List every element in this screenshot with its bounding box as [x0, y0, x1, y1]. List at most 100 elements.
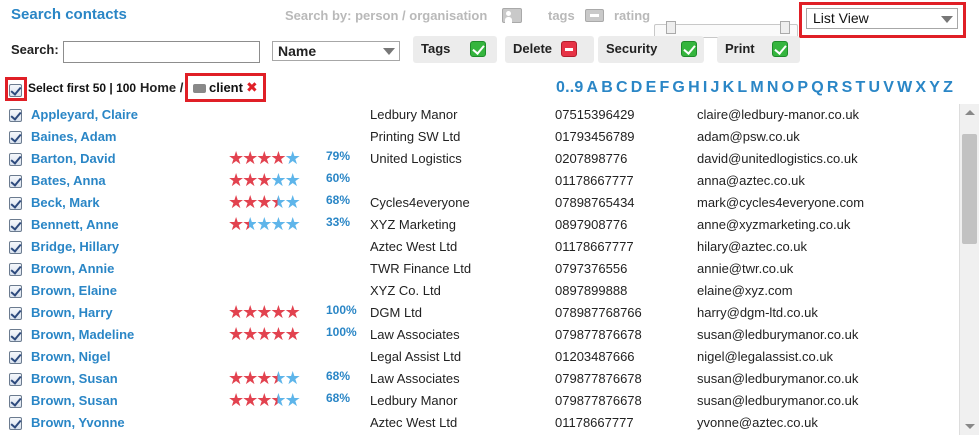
alphabet-link[interactable]: N [767, 79, 779, 96]
alphabet-link[interactable]: G [672, 79, 685, 96]
contact-name[interactable]: Brown, Yvonne [31, 415, 125, 430]
star-icon: ★ [228, 192, 244, 212]
email-address: nigel@legalassist.co.uk [697, 349, 834, 364]
alphabet-link[interactable]: S [842, 79, 853, 96]
contact-name[interactable]: Beck, Mark [31, 195, 100, 210]
alphabet-link[interactable]: Y [929, 79, 940, 96]
select-first-links[interactable]: Select first 50 | 100 [28, 81, 136, 95]
alphabet-link[interactable]: R [827, 79, 839, 96]
email-address: anna@aztec.co.uk [697, 173, 805, 188]
row-checkbox[interactable] [9, 351, 22, 364]
row-checkbox[interactable] [9, 109, 22, 122]
contact-name[interactable]: Bridge, Hillary [31, 239, 119, 254]
row-checkbox[interactable] [9, 395, 22, 408]
star-rating: ★★★★★ [228, 171, 301, 189]
phone-number: 079877876678 [555, 371, 642, 386]
company-name: XYZ Marketing [370, 217, 456, 232]
star-icon: ★ [242, 148, 258, 168]
search-input[interactable] [63, 41, 260, 63]
security-button[interactable]: Security [598, 36, 704, 63]
print-button[interactable]: Print [717, 36, 800, 63]
alphabet-link[interactable]: H [688, 79, 700, 96]
row-checkbox[interactable] [9, 153, 22, 166]
alphabet-link[interactable]: A [587, 79, 599, 96]
table-row: Brown, Susan Law Associates 079877876678 su… [0, 368, 958, 390]
star-icon: ★ [256, 148, 272, 168]
scroll-up-icon[interactable] [965, 110, 975, 115]
scrollbar[interactable] [959, 104, 979, 435]
scroll-thumb[interactable] [962, 134, 977, 244]
phone-number: 07515396429 [555, 107, 635, 122]
alphabet-link[interactable]: Q [811, 79, 824, 96]
alphabet-link[interactable]: T [855, 79, 865, 96]
alphabet-link[interactable]: L [737, 79, 747, 96]
row-checkbox[interactable] [9, 197, 22, 210]
alphabet-link[interactable]: J [711, 79, 720, 96]
company-name: Law Associates [370, 327, 460, 342]
row-checkbox[interactable] [9, 373, 22, 386]
contact-name[interactable]: Brown, Madeline [31, 327, 134, 342]
row-checkbox[interactable] [9, 241, 22, 254]
email-address: harry@dgm-ltd.co.uk [697, 305, 818, 320]
star-icon: ★ [270, 390, 286, 410]
alphabet-link[interactable]: W [897, 79, 912, 96]
alphabet-link[interactable]: V [883, 79, 894, 96]
contact-name[interactable]: Baines, Adam [31, 129, 117, 144]
row-checkbox[interactable] [9, 175, 22, 188]
company-name: Cycles4everyone [370, 195, 470, 210]
table-row: Bates, Anna 01178667777 anna@aztec.co.uk ★★… [0, 170, 958, 192]
alphabet-link[interactable]: C [616, 79, 628, 96]
tag-icon[interactable] [585, 9, 604, 22]
person-icon[interactable] [502, 8, 522, 23]
email-address: david@unitedlogistics.co.uk [697, 151, 858, 166]
close-icon[interactable]: ✖ [246, 79, 258, 96]
field-select-value: Name [278, 43, 317, 59]
contact-name[interactable]: Brown, Elaine [31, 283, 117, 298]
field-select[interactable]: Name [272, 41, 400, 61]
row-checkbox[interactable] [9, 219, 22, 232]
row-checkbox[interactable] [9, 417, 22, 430]
row-checkbox[interactable] [9, 285, 22, 298]
view-select[interactable]: List View [806, 8, 958, 29]
contact-name[interactable]: Brown, Nigel [31, 349, 110, 364]
alphabet-link[interactable]: M [750, 79, 764, 96]
tags-button[interactable]: Tags [413, 36, 497, 63]
alphabet-link[interactable]: 0..9 [556, 79, 584, 96]
alphabet-link[interactable]: F [659, 79, 669, 96]
contact-name[interactable]: Brown, Harry [31, 305, 113, 320]
rating-percent: 68% [326, 369, 351, 383]
contact-name[interactable]: Appleyard, Claire [31, 107, 138, 122]
contact-name[interactable]: Bennett, Anne [31, 217, 119, 232]
contact-name[interactable]: Barton, David [31, 151, 116, 166]
rating-slider-min-handle[interactable] [666, 21, 676, 34]
alphabet-link[interactable]: U [868, 79, 880, 96]
star-icon: ★ [242, 368, 258, 388]
alphabet-link[interactable]: B [601, 79, 613, 96]
table-row: Barton, David United Logistics 0207898776 d… [0, 148, 958, 170]
contact-name[interactable]: Brown, Susan [31, 371, 118, 386]
phone-number: 0207898776 [555, 151, 628, 166]
check-icon [681, 41, 697, 57]
alphabet-link[interactable]: D [631, 79, 643, 96]
select-all-checkbox[interactable] [9, 84, 22, 97]
row-checkbox[interactable] [9, 131, 22, 144]
row-checkbox[interactable] [9, 307, 22, 320]
rating-slider-max-handle[interactable] [780, 21, 790, 34]
alphabet-link[interactable]: X [915, 79, 926, 96]
row-checkbox[interactable] [9, 263, 22, 276]
delete-button[interactable]: Delete [505, 36, 594, 63]
alphabet-link[interactable]: I [703, 79, 708, 96]
alphabet-link[interactable]: Z [943, 79, 953, 96]
contact-name[interactable]: Brown, Susan [31, 393, 118, 408]
table-row: Brown, Madeline Law Associates 07987787667… [0, 324, 958, 346]
scroll-down-icon[interactable] [965, 424, 975, 429]
contact-name[interactable]: Brown, Annie [31, 261, 114, 276]
alphabet-link[interactable]: P [797, 79, 808, 96]
breadcrumb-home[interactable]: Home / [140, 80, 183, 95]
contact-name[interactable]: Bates, Anna [31, 173, 106, 188]
row-checkbox[interactable] [9, 329, 22, 342]
alphabet-link[interactable]: K [723, 79, 735, 96]
star-icon: ★ [284, 148, 301, 168]
alphabet-link[interactable]: E [646, 79, 657, 96]
alphabet-link[interactable]: O [782, 79, 795, 96]
